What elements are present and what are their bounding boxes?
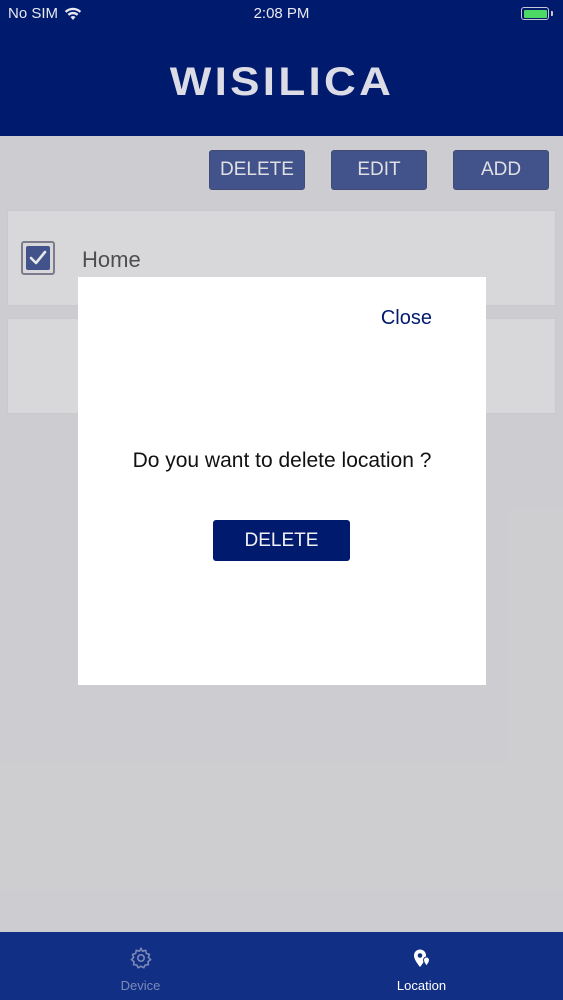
battery-icon [521,7,553,20]
tab-device[interactable]: Device [0,932,281,1000]
tab-bar: Device Location [0,932,563,1000]
dialog-message: Do you want to delete location ? [132,449,432,472]
close-button[interactable]: Close [381,307,432,330]
status-bar: No SIM 2:08 PM [0,0,563,28]
tab-label: Location [396,978,447,993]
location-pin-icon [413,949,430,967]
app-header: WISILICA [0,28,563,136]
confirm-delete-button[interactable]: DELETE [213,520,350,561]
status-time: 2:08 PM [253,5,310,22]
tab-location[interactable]: Location [281,932,562,1000]
delete-location-dialog: Close Do you want to delete location ? D… [78,277,486,685]
tab-label: Device [120,978,161,993]
gear-icon [129,946,152,969]
wisilica-logo: WISILICA [169,59,394,104]
